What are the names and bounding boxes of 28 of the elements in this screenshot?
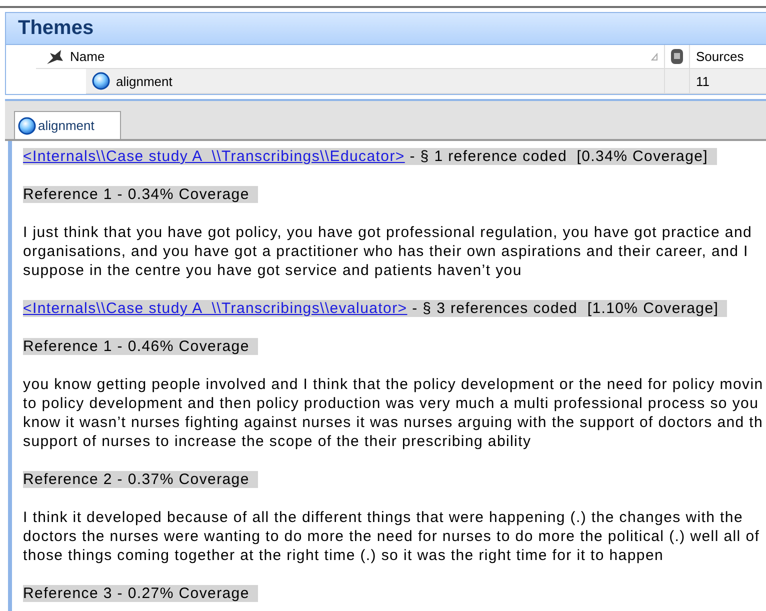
column-header[interactable]: Sources — [690, 49, 766, 64]
reference-heading: Reference 3 - 0.27% Coverage — [23, 585, 258, 602]
passage-line: doctors the nurses were wanting to do more the need for nurses to do more the political (.) well all of — [23, 527, 761, 546]
passage-line: to policy development and then policy production was very much a multi professional process so you — [23, 394, 760, 413]
reference-heading: Reference 2 - 0.37% Coverage — [23, 471, 258, 488]
passage-line: I just think that you have got policy, you have got professional regulation, you have got practice and — [23, 223, 754, 242]
passage-line: suppose in the centre you have got service and patients haven’t you — [23, 261, 523, 280]
passage-line: organisations, and you have got a practitioner who has their own aspirations and their career, and I — [23, 242, 750, 261]
reference-heading: Reference 1 - 0.46% Coverage — [23, 338, 258, 355]
passage-line: know it wasn’t nurses fighting against nurses it was nurses arguing with the support of doctors and th — [23, 413, 764, 432]
reference-heading: Reference 1 - 0.34% Coverage — [23, 186, 258, 203]
theme-icon — [92, 72, 110, 90]
source-link[interactable]: <Internals\\Case study A \\Transcribings\\Educator> — [23, 148, 405, 165]
sort-icon — [651, 52, 658, 60]
passage-line: those things coming together at the right time (.) so it was the right time for it to happen — [23, 546, 665, 565]
source-header: <Internals\\Case study A \\Transcribings\\evaluator> - § 3 references coded [1.10% Coverage] — [23, 300, 728, 317]
tab[interactable]: alignment — [14, 111, 122, 139]
passage-line: support of nurses to increase the scope of the their prescribing ability — [23, 432, 532, 451]
passage-line: you know getting people involved and I think that the policy development or the need for policy movin — [23, 375, 764, 394]
source-link[interactable]: <Internals\\Case study A \\Transcribings\\evaluator> — [23, 300, 408, 317]
sources-count: 11 — [695, 74, 710, 88]
theme-name[interactable]: alignment — [116, 74, 172, 88]
source-header: <Internals\\Case study A \\Transcribings\\Educator> - § 1 reference coded [0.34% Coverage] — [23, 148, 717, 165]
panel-title: Themes — [6, 13, 766, 45]
pin-icon — [46, 48, 64, 64]
tab-theme-icon — [18, 116, 36, 134]
passage-line: I think it developed because of all the different things that were happening (.) the changes with the — [23, 508, 744, 527]
column-header[interactable]: Name — [70, 49, 105, 64]
